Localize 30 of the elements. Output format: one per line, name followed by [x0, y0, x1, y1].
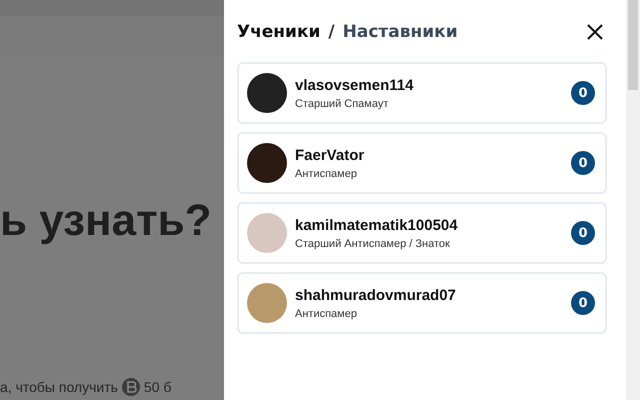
- close-icon[interactable]: [587, 24, 603, 40]
- tab[interactable]: Ученики: [237, 22, 320, 42]
- page-heading: ь узнать?: [0, 196, 212, 246]
- avatar-picture: [247, 143, 287, 183]
- user-name: kamilmatematik100504: [295, 216, 459, 234]
- user-card[interactable]: FaerVator Антиспамер 0: [237, 132, 607, 194]
- tab[interactable]: Наставники: [342, 22, 458, 42]
- avatar-picture: [247, 213, 287, 253]
- points-text: 50 б: [144, 379, 172, 395]
- scrollbar[interactable]: [626, 0, 640, 400]
- user-card[interactable]: shahmuradovmurad07 Антиспамер 0: [237, 272, 607, 334]
- user-card[interactable]: kamilmatematik100504 Старший Антиспамер / Знаток 0: [237, 202, 607, 264]
- separator-text: /: [328, 22, 335, 42]
- scroll-thumb[interactable]: [628, 0, 638, 90]
- user-card[interactable]: vlasovsemen114 Старший Спамаут 0: [237, 62, 607, 124]
- avatar-picture: [247, 73, 287, 113]
- user-name: shahmuradovmurad07: [295, 286, 457, 304]
- count-badge: 0: [571, 81, 595, 105]
- user-role: Старший Антиспамер / Знаток: [295, 238, 451, 250]
- coin-icon: [122, 378, 140, 396]
- count-badge: 0: [571, 151, 595, 175]
- count-badge: 0: [571, 221, 595, 245]
- user-role: Антиспамер: [295, 308, 358, 320]
- user-role: Антиспамер: [295, 168, 358, 180]
- user-name: vlasovsemen114: [295, 76, 414, 94]
- user-role: Старший Спамаут: [295, 98, 390, 110]
- page-text: а, чтобы получить: [0, 379, 118, 395]
- avatar-picture: [247, 283, 287, 323]
- user-name: FaerVator: [295, 146, 366, 164]
- count-badge: 0: [571, 291, 595, 315]
